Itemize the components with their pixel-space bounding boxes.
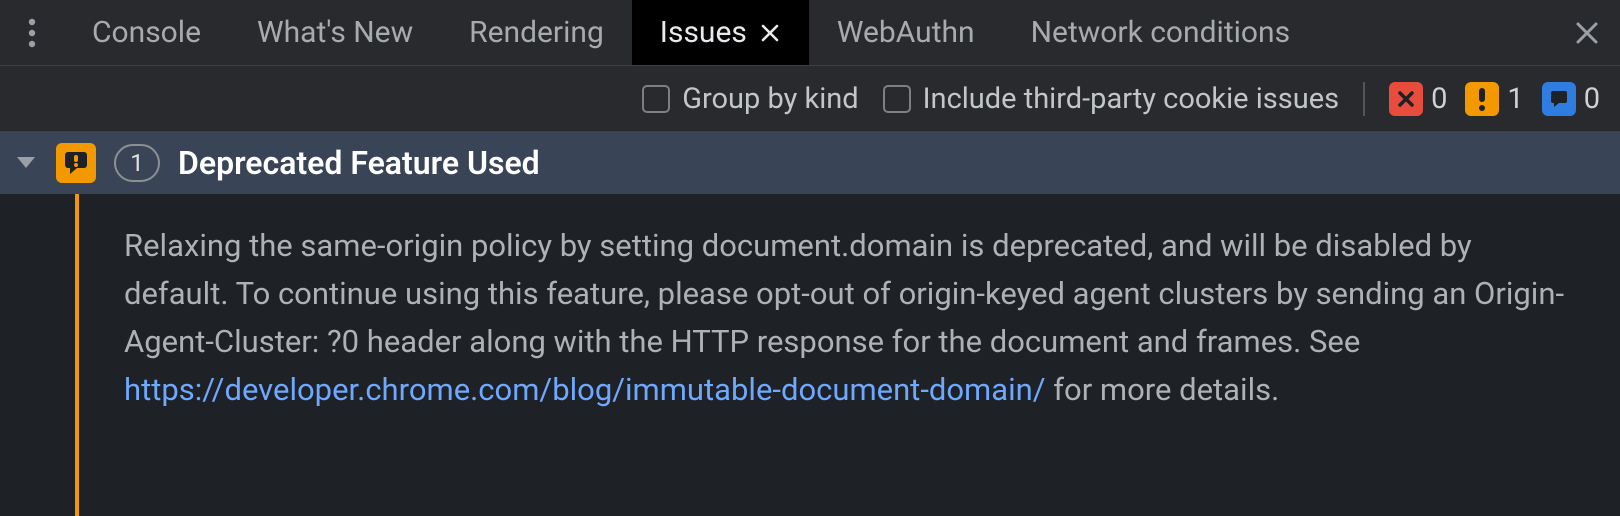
- issue-text-post: for more details.: [1046, 371, 1280, 408]
- issue-body-container: Relaxing the same-origin policy by setti…: [0, 194, 1620, 516]
- counter-value: 1: [1507, 82, 1523, 116]
- expand-chevron[interactable]: [14, 151, 38, 175]
- counter-value: 0: [1584, 82, 1600, 116]
- tab-rendering[interactable]: Rendering: [441, 0, 632, 65]
- checkbox-label: Include third-party cookie issues: [923, 82, 1339, 116]
- issue-count-value: 1: [130, 149, 144, 177]
- checkbox-box: [883, 85, 911, 113]
- issue-count-badge: 1: [114, 144, 160, 182]
- issues-toolbar: Group by kind Include third-party cookie…: [0, 66, 1620, 132]
- panel-close-button[interactable]: [1554, 0, 1620, 65]
- more-menu-button[interactable]: [0, 0, 64, 65]
- issue-row-header[interactable]: 1 Deprecated Feature Used: [0, 132, 1620, 194]
- tab-label: Issues: [660, 15, 747, 50]
- warning-icon: [1465, 82, 1499, 116]
- tab-label: What's New: [257, 15, 413, 50]
- error-icon: [1389, 82, 1423, 116]
- issue-severity-icon: [56, 143, 96, 183]
- chevron-down-icon: [16, 156, 36, 170]
- tab-whats-new[interactable]: What's New: [229, 0, 441, 65]
- close-icon: [1575, 21, 1599, 45]
- counter-value: 0: [1431, 82, 1447, 116]
- issue-gutter-line: [75, 194, 79, 516]
- issue-description: Relaxing the same-origin policy by setti…: [82, 194, 1620, 516]
- tab-label: Console: [92, 15, 201, 50]
- drawer-tabbar: Console What's New Rendering Issues WebA…: [0, 0, 1620, 66]
- checkbox-box: [642, 85, 670, 113]
- warning-speech-icon: [62, 149, 90, 177]
- warning-counter[interactable]: 1: [1465, 82, 1523, 116]
- issue-doc-link[interactable]: https://developer.chrome.com/blog/immuta…: [124, 371, 1046, 408]
- checkbox-label: Group by kind: [682, 82, 858, 116]
- info-counter[interactable]: 0: [1542, 82, 1600, 116]
- tab-issues[interactable]: Issues: [632, 0, 809, 65]
- error-counter[interactable]: 0: [1389, 82, 1447, 116]
- tab-network-conditions[interactable]: Network conditions: [1003, 0, 1318, 65]
- group-by-kind-checkbox[interactable]: Group by kind: [642, 82, 858, 116]
- tab-list: Console What's New Rendering Issues WebA…: [64, 0, 1554, 65]
- issue-counters: 0 1 0: [1389, 82, 1600, 116]
- tab-label: WebAuthn: [837, 15, 975, 50]
- tab-webauthn[interactable]: WebAuthn: [809, 0, 1003, 65]
- close-icon: [761, 24, 779, 42]
- issue-gutter: [0, 194, 82, 516]
- issue-text-pre: Relaxing the same-origin policy by setti…: [124, 227, 1564, 360]
- info-icon: [1542, 82, 1576, 116]
- issue-title: Deprecated Feature Used: [178, 144, 540, 182]
- tab-label: Rendering: [469, 15, 604, 50]
- tab-close-button[interactable]: [759, 22, 781, 44]
- kebab-icon: [28, 18, 36, 48]
- toolbar-divider: [1363, 82, 1365, 116]
- tab-label: Network conditions: [1031, 15, 1290, 50]
- tab-console[interactable]: Console: [64, 0, 229, 65]
- include-third-party-checkbox[interactable]: Include third-party cookie issues: [883, 82, 1339, 116]
